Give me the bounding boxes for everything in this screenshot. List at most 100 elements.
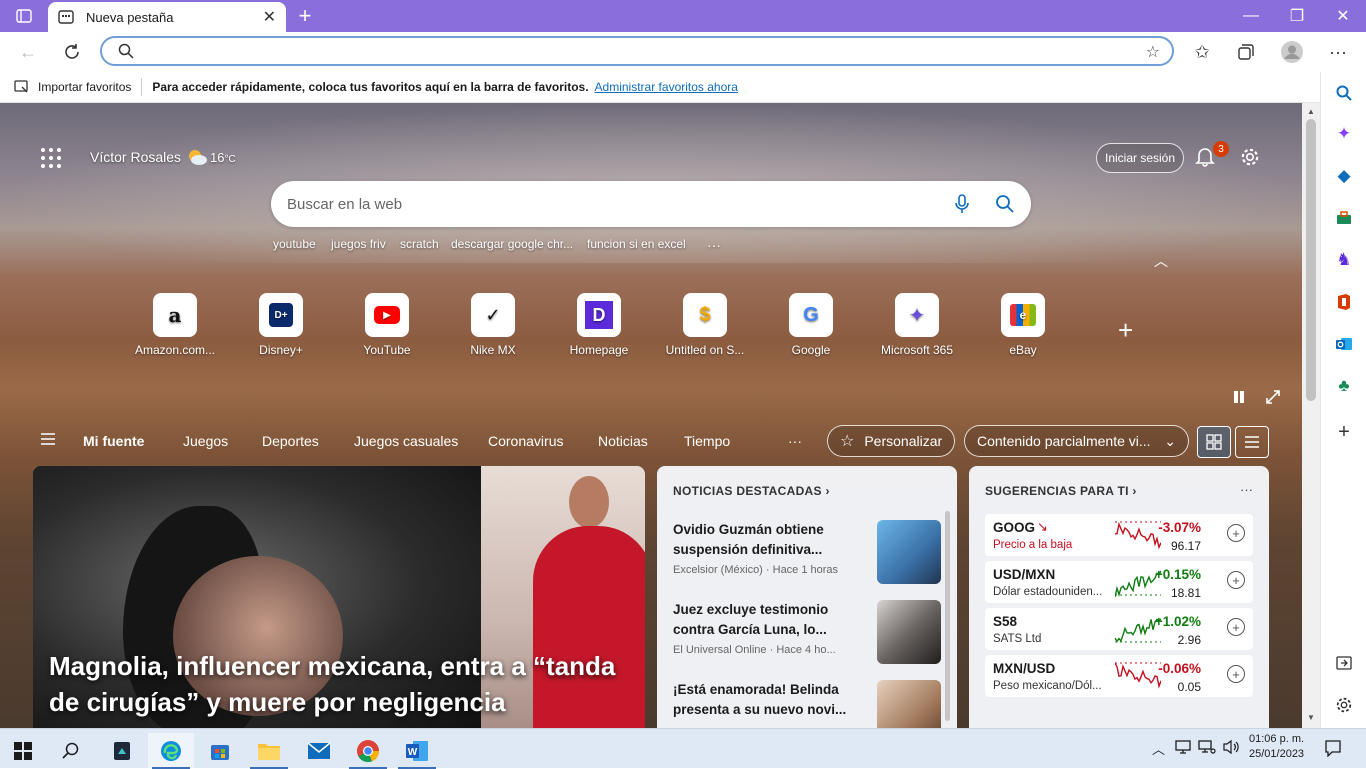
taskbar-chrome-icon[interactable]: [345, 733, 391, 769]
sidebar-outlook-icon[interactable]: [1321, 328, 1366, 360]
quick-search-link[interactable]: funcion si en excel: [587, 237, 686, 251]
tab-mi-fuente[interactable]: Mi fuente: [83, 433, 144, 449]
add-shortcut-button[interactable]: +: [1118, 315, 1133, 346]
import-favorites-icon[interactable]: [14, 80, 30, 94]
quick-search-more-icon[interactable]: ···: [707, 237, 721, 253]
sidebar-hide-icon[interactable]: [1321, 647, 1366, 679]
taskbar-store-icon[interactable]: [197, 733, 243, 769]
tab-coronavirus[interactable]: Coronavirus: [488, 433, 563, 449]
personalize-button[interactable]: ☆ Personalizar: [827, 425, 956, 457]
suggestions-more-icon[interactable]: ···: [1240, 482, 1253, 497]
settings-more-icon[interactable]: ···: [1322, 36, 1354, 68]
stock-row[interactable]: GOOG ↘ Precio a la baja -3.07% 96.17 +: [985, 514, 1253, 556]
favorites-icon[interactable]: ✩: [1186, 36, 1218, 68]
quick-search-link[interactable]: youtube: [273, 237, 316, 251]
tile-untitled[interactable]: $ Untitled on S...: [660, 293, 750, 357]
search-submit-icon[interactable]: [995, 194, 1015, 214]
expand-icon[interactable]: [1266, 390, 1280, 404]
quick-search-link[interactable]: juegos friv: [331, 237, 386, 251]
top-news-header[interactable]: NOTICIAS DESTACADAS ›: [673, 484, 830, 498]
tile-microsoft-365[interactable]: ✦ Microsoft 365: [872, 293, 962, 357]
tab-juegos[interactable]: Juegos: [183, 433, 228, 449]
minimize-button[interactable]: —: [1228, 0, 1274, 32]
grid-layout-icon[interactable]: [1197, 426, 1231, 458]
page-scrollbar[interactable]: ▲ ▼: [1302, 103, 1320, 728]
apps-launcher-icon[interactable]: [40, 147, 62, 169]
tile-disney[interactable]: D+ Disney+: [236, 293, 326, 357]
web-search-box[interactable]: Buscar en la web: [271, 181, 1031, 227]
close-tab-icon[interactable]: ✕: [263, 7, 276, 27]
sidebar-shopping-tag-icon[interactable]: ◆: [1321, 160, 1366, 192]
taskbar-word-icon[interactable]: W: [394, 733, 440, 769]
quick-search-link[interactable]: scratch: [400, 237, 439, 251]
hero-news-card[interactable]: Magnolia, influencer mexicana, entra a “…: [33, 466, 645, 728]
hero-headline[interactable]: Magnolia, influencer mexicana, entra a “…: [49, 648, 639, 720]
import-favorites-button[interactable]: Importar favoritos: [38, 80, 131, 94]
sign-in-button[interactable]: Iniciar sesión: [1096, 143, 1185, 173]
feed-menu-hamburger-icon[interactable]: [40, 432, 56, 446]
tile-amazon[interactable]: a Amazon.com...: [130, 293, 220, 357]
partly-sunny-icon[interactable]: [186, 147, 208, 167]
sidebar-settings-gear-icon[interactable]: [1321, 689, 1366, 721]
card-scrollbar[interactable]: [945, 511, 950, 721]
add-to-watchlist-icon[interactable]: +: [1227, 571, 1245, 589]
taskbar-mail-icon[interactable]: [296, 733, 342, 769]
tile-nike[interactable]: ✓ Nike MX: [448, 293, 538, 357]
add-favorite-icon[interactable]: ☆: [1146, 42, 1160, 62]
sidebar-games-icon[interactable]: ♞: [1321, 244, 1366, 276]
taskbar-file-explorer-icon[interactable]: [246, 733, 292, 769]
new-tab-button[interactable]: +: [282, 0, 328, 32]
restore-button[interactable]: ❐: [1274, 0, 1320, 32]
add-to-watchlist-icon[interactable]: +: [1227, 618, 1245, 636]
sidebar-tree-icon[interactable]: ♣: [1321, 370, 1366, 402]
content-visibility-dropdown[interactable]: Contenido parcialmente vi... ⌄: [964, 425, 1189, 457]
suggestions-header[interactable]: SUGERENCIAS PARA TI ›: [985, 484, 1137, 498]
back-button[interactable]: ←: [12, 36, 44, 68]
pause-background-icon[interactable]: [1232, 390, 1246, 404]
user-name[interactable]: Víctor Rosales: [90, 149, 181, 165]
close-window-button[interactable]: ✕: [1320, 0, 1366, 32]
show-hidden-icons-chevron-icon[interactable]: ︿: [1152, 739, 1165, 758]
page-settings-gear-icon[interactable]: [1240, 147, 1260, 167]
scroll-down-icon[interactable]: ▼: [1307, 713, 1315, 722]
taskbar-search-icon[interactable]: [48, 733, 94, 769]
refresh-button[interactable]: [56, 36, 88, 68]
action-center-notifications-icon[interactable]: [1324, 739, 1342, 757]
tile-youtube[interactable]: ▶ YouTube: [342, 293, 432, 357]
tile-google[interactable]: G Google: [766, 293, 856, 357]
collections-icon[interactable]: [1230, 36, 1262, 68]
collapse-chevron-up-icon[interactable]: ︿: [1154, 251, 1168, 271]
stock-row[interactable]: S58 SATS Ltd +1.02% 2.96 +: [985, 608, 1253, 650]
tab-actions-icon[interactable]: [2, 0, 46, 32]
tab-new-tab[interactable]: Nueva pestaña ✕: [48, 2, 286, 32]
sidebar-add-icon[interactable]: +: [1321, 416, 1366, 448]
manage-favorites-link[interactable]: Administrar favoritos ahora: [595, 80, 738, 94]
add-to-watchlist-icon[interactable]: +: [1227, 665, 1245, 683]
taskbar-edge-icon[interactable]: [148, 733, 194, 769]
tab-deportes[interactable]: Deportes: [262, 433, 319, 449]
stock-row[interactable]: USD/MXN Dólar estadouniden... +0.15% 18.81 +: [985, 561, 1253, 603]
tile-ebay[interactable]: e eBay: [978, 293, 1068, 357]
list-layout-icon[interactable]: [1235, 426, 1269, 458]
sidebar-office-icon[interactable]: [1321, 286, 1366, 318]
sidebar-tools-icon[interactable]: [1321, 202, 1366, 234]
address-bar[interactable]: ☆: [100, 36, 1174, 66]
tab-tiempo[interactable]: Tiempo: [684, 433, 730, 449]
wired-connection-icon[interactable]: [1198, 739, 1216, 755]
windows-start-icon[interactable]: [0, 733, 46, 769]
feed-more-icon[interactable]: ···: [788, 433, 802, 449]
tab-noticias[interactable]: Noticias: [598, 433, 648, 449]
microphone-icon[interactable]: [955, 194, 969, 214]
tile-homepage[interactable]: D Homepage: [554, 293, 644, 357]
stock-row[interactable]: MXN/USD Peso mexicano/Dól... -0.06% 0.05 +: [985, 655, 1253, 697]
scrollbar-thumb[interactable]: [1306, 119, 1316, 401]
clock[interactable]: 01:06 p. m. 25/01/2023: [1249, 732, 1304, 762]
quick-search-link[interactable]: descargar google chr...: [451, 237, 573, 251]
network-status-icon[interactable]: [1174, 739, 1192, 755]
taskbar-app-icon[interactable]: [99, 733, 145, 769]
add-to-watchlist-icon[interactable]: +: [1227, 524, 1245, 542]
news-item[interactable]: ¡Está enamorada! Belinda presenta a su n…: [673, 680, 943, 728]
news-item[interactable]: Juez excluye testimonio contra García Lu…: [673, 600, 943, 664]
news-item[interactable]: Ovidio Guzmán obtiene suspensión definit…: [673, 520, 943, 584]
profile-avatar[interactable]: [1276, 36, 1308, 68]
